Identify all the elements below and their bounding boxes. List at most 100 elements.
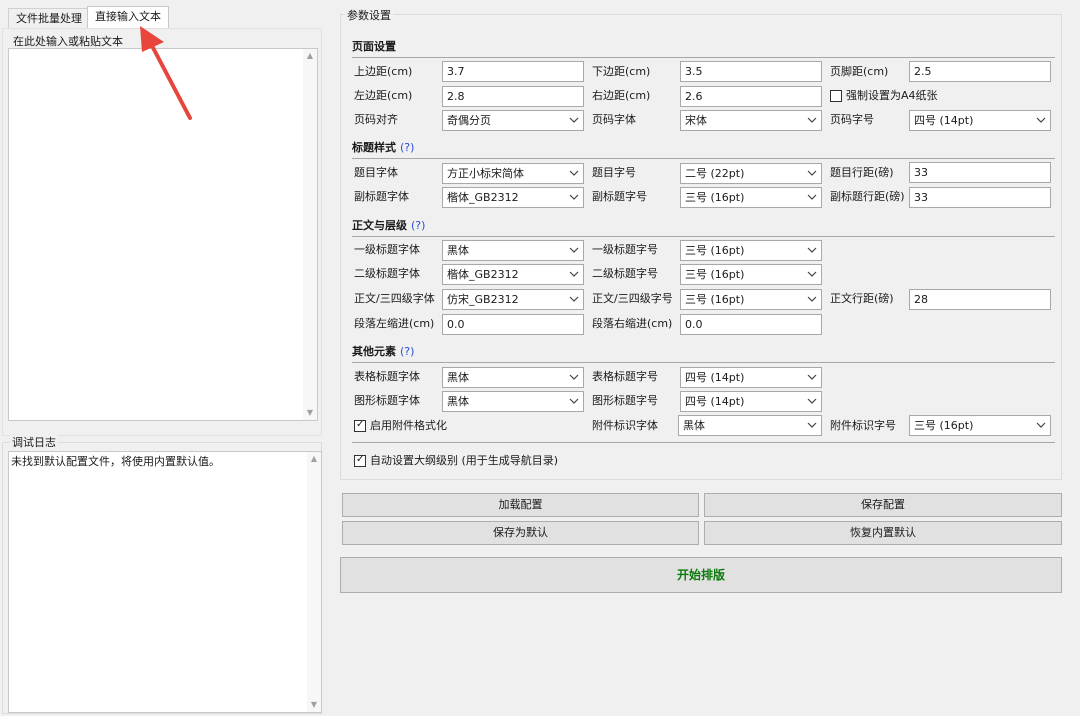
chevron-down-icon	[807, 271, 817, 277]
log-scrollbar[interactable]: ▲ ▼	[307, 452, 321, 712]
title-font-select[interactable]: 方正小标宋简体	[442, 163, 584, 184]
section-title-style: 标题样式 (?)	[352, 140, 414, 156]
subtitle-font-select[interactable]: 楷体_GB2312	[442, 187, 584, 208]
help-link[interactable]: (?)	[400, 141, 414, 154]
section-page: 页面设置	[352, 40, 396, 53]
divider	[352, 442, 1055, 443]
page-number-size-select[interactable]: 四号 (14pt)	[909, 110, 1051, 131]
params-title: 参数设置	[345, 7, 393, 23]
chevron-down-icon	[807, 374, 817, 380]
bottom-margin-input[interactable]: 3.5	[680, 61, 822, 82]
title-size-label: 题目字号	[592, 166, 636, 179]
left-margin-label: 左边距(cm)	[354, 89, 413, 102]
scroll-down-icon[interactable]: ▼	[307, 698, 321, 712]
chevron-down-icon	[569, 170, 579, 176]
chevron-down-icon	[569, 296, 579, 302]
h1-size-select[interactable]: 三号 (16pt)	[680, 240, 822, 261]
h2-font-label: 二级标题字体	[354, 267, 420, 280]
right-margin-label: 右边距(cm)	[592, 89, 651, 102]
footer-distance-input[interactable]: 2.5	[909, 61, 1051, 82]
subtitle-spacing-label: 副标题行距(磅)	[830, 190, 905, 203]
scroll-up-icon[interactable]: ▲	[303, 49, 317, 63]
debug-log[interactable]: 未找到默认配置文件，将使用内置默认值。 ▲ ▼	[8, 451, 322, 713]
table-title-size-select[interactable]: 四号 (14pt)	[680, 367, 822, 388]
attachment-format-label[interactable]: 启用附件格式化	[370, 416, 447, 436]
page-number-size-label: 页码字号	[830, 113, 874, 126]
top-margin-label: 上边距(cm)	[354, 65, 413, 78]
page-number-font-label: 页码字体	[592, 113, 636, 126]
left-margin-input[interactable]: 2.8	[442, 86, 584, 107]
page-align-value: 奇偶分页	[447, 114, 491, 127]
page-number-font-select[interactable]: 宋体	[680, 110, 822, 131]
help-link[interactable]: (?)	[400, 345, 414, 358]
title-size-select[interactable]: 二号 (22pt)	[680, 163, 822, 184]
chevron-down-icon	[807, 398, 817, 404]
right-margin-input[interactable]: 2.6	[680, 86, 822, 107]
page-align-label: 页码对齐	[354, 113, 398, 126]
section-body-label: 正文与层级	[352, 219, 407, 232]
page-number-size-value: 四号 (14pt)	[914, 114, 974, 127]
subtitle-size-select[interactable]: 三号 (16pt)	[680, 187, 822, 208]
body-size-label: 正文/三四级字号	[592, 292, 673, 305]
h2-font-value: 楷体_GB2312	[447, 268, 519, 281]
body-font-select[interactable]: 仿宋_GB2312	[442, 289, 584, 310]
log-title: 调试日志	[10, 434, 58, 450]
checkmark-icon: ✓	[356, 454, 365, 465]
section-body: 正文与层级 (?)	[352, 218, 425, 234]
section-title-style-label: 标题样式	[352, 141, 396, 154]
log-text: 未找到默认配置文件，将使用内置默认值。	[11, 455, 220, 468]
h1-size-value: 三号 (16pt)	[685, 244, 745, 257]
attachment-size-value: 三号 (16pt)	[914, 419, 974, 432]
table-title-font-value: 黑体	[447, 371, 469, 384]
figure-title-size-select[interactable]: 四号 (14pt)	[680, 391, 822, 412]
save-as-default-button[interactable]: 保存为默认	[342, 521, 699, 545]
title-spacing-label: 题目行距(磅)	[830, 166, 894, 179]
subtitle-size-label: 副标题字号	[592, 190, 647, 203]
top-margin-input[interactable]: 3.7	[442, 61, 584, 82]
subtitle-spacing-input[interactable]: 33	[909, 187, 1051, 208]
save-config-button[interactable]: 保存配置	[704, 493, 1062, 517]
body-font-label: 正文/三四级字体	[354, 292, 435, 305]
help-link[interactable]: (?)	[411, 219, 425, 232]
scroll-up-icon[interactable]: ▲	[307, 452, 321, 466]
tab-batch[interactable]: 文件批量处理	[8, 8, 90, 29]
page-align-select[interactable]: 奇偶分页	[442, 110, 584, 131]
outline-level-checkbox[interactable]: ✓	[354, 454, 366, 467]
left-indent-label: 段落左缩进(cm)	[354, 317, 435, 330]
chevron-down-icon	[569, 271, 579, 277]
body-size-select[interactable]: 三号 (16pt)	[680, 289, 822, 310]
body-font-value: 仿宋_GB2312	[447, 293, 519, 306]
start-typesetting-button[interactable]: 开始排版	[340, 557, 1062, 593]
right-indent-label: 段落右缩进(cm)	[592, 317, 673, 330]
attachment-font-select[interactable]: 黑体	[678, 415, 822, 436]
table-title-font-select[interactable]: 黑体	[442, 367, 584, 388]
attachment-size-select[interactable]: 三号 (16pt)	[909, 415, 1051, 436]
figure-title-font-select[interactable]: 黑体	[442, 391, 584, 412]
body-spacing-input[interactable]: 28	[909, 289, 1051, 310]
force-a4-checkbox[interactable]	[830, 90, 842, 102]
load-config-button[interactable]: 加载配置	[342, 493, 699, 517]
left-indent-input[interactable]: 0.0	[442, 314, 584, 335]
annotation-arrow-icon	[140, 26, 192, 120]
force-a4-label[interactable]: 强制设置为A4纸张	[846, 86, 938, 106]
title-spacing-input[interactable]: 33	[909, 162, 1051, 183]
chevron-down-icon	[807, 194, 817, 200]
right-indent-input[interactable]: 0.0	[680, 314, 822, 335]
h2-size-value: 三号 (16pt)	[685, 268, 745, 281]
title-size-value: 二号 (22pt)	[685, 167, 745, 180]
chevron-down-icon	[569, 117, 579, 123]
attachment-font-label: 附件标识字体	[592, 419, 658, 432]
h2-font-select[interactable]: 楷体_GB2312	[442, 264, 584, 285]
h2-size-select[interactable]: 三号 (16pt)	[680, 264, 822, 285]
chevron-down-icon	[807, 170, 817, 176]
figure-title-size-value: 四号 (14pt)	[685, 395, 745, 408]
table-title-font-label: 表格标题字体	[354, 370, 420, 383]
section-other: 其他元素 (?)	[352, 344, 414, 360]
restore-defaults-button[interactable]: 恢复内置默认	[704, 521, 1062, 545]
input-scrollbar[interactable]: ▲ ▼	[303, 49, 317, 420]
attachment-format-checkbox[interactable]: ✓	[354, 419, 366, 432]
scroll-down-icon[interactable]: ▼	[303, 406, 317, 420]
footer-distance-label: 页脚距(cm)	[830, 65, 889, 78]
h1-font-select[interactable]: 黑体	[442, 240, 584, 261]
outline-level-label[interactable]: 自动设置大纲级别 (用于生成导航目录)	[370, 451, 558, 471]
